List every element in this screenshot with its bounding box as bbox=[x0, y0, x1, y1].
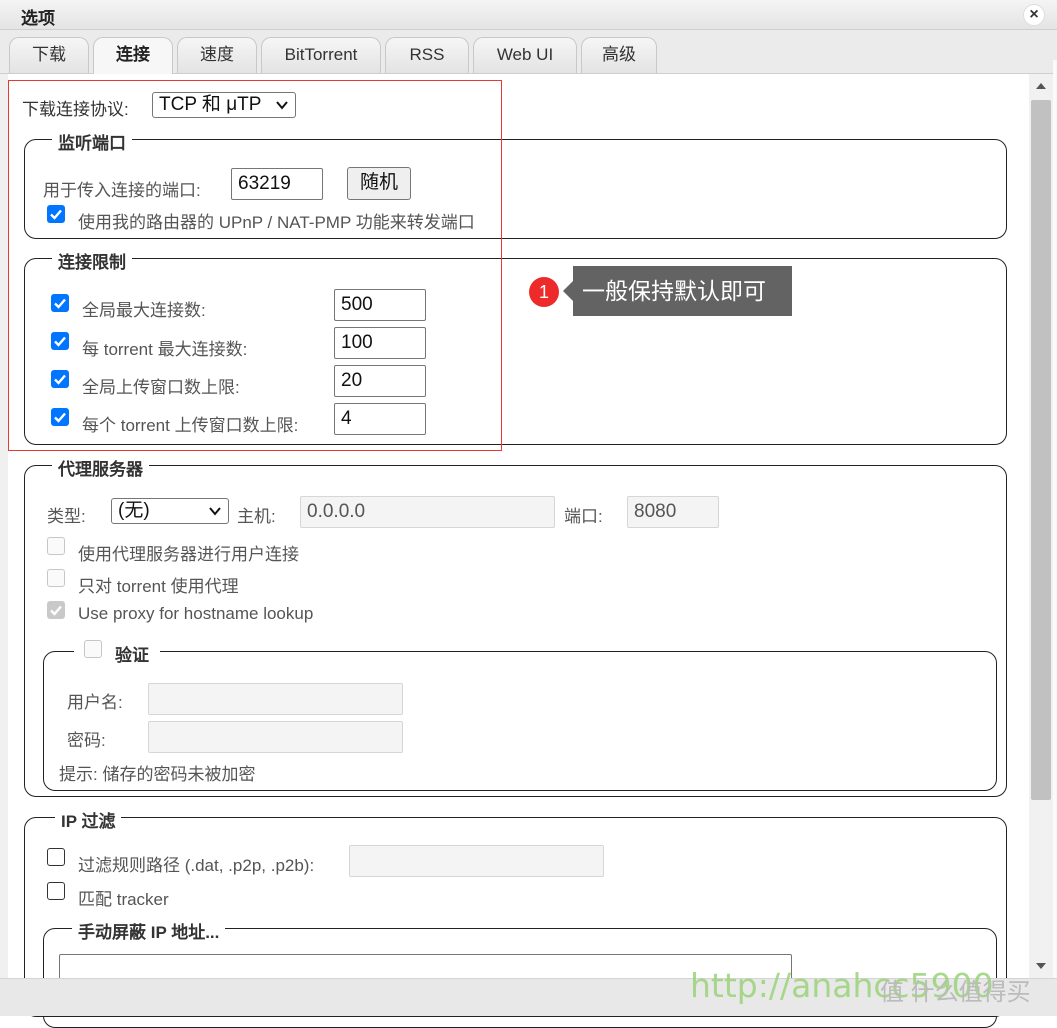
proxy-torrent-only-checkbox[interactable] bbox=[47, 569, 65, 587]
tooltip-arrow bbox=[563, 281, 573, 301]
left-edge bbox=[0, 74, 8, 978]
proxy-hostname-label: Use proxy for hostname lookup bbox=[78, 604, 314, 623]
tab-bittorrent[interactable]: BitTorrent bbox=[261, 37, 381, 73]
proxy-port-input[interactable]: 8080 bbox=[627, 496, 719, 528]
dialog-title: 选项 bbox=[21, 9, 55, 28]
scroll-down-icon[interactable] bbox=[1034, 960, 1048, 972]
chevron-down-icon bbox=[209, 507, 221, 516]
match-tracker-checkbox[interactable] bbox=[47, 882, 65, 900]
proxy-torrent-only-label: 只对 torrent 使用代理 bbox=[78, 577, 239, 596]
scrollbar-thumb[interactable] bbox=[1031, 100, 1051, 800]
proxy-peer-label: 使用代理服务器进行用户连接 bbox=[78, 545, 299, 564]
ip-filter-checkbox[interactable] bbox=[47, 848, 65, 866]
proxy-host-input[interactable]: 0.0.0.0 bbox=[300, 496, 555, 528]
proxy-peer-checkbox[interactable] bbox=[47, 537, 65, 555]
scroll-up-icon[interactable] bbox=[1034, 80, 1048, 92]
ip-filter-legend: IP 过滤 bbox=[55, 807, 122, 832]
tab-speed[interactable]: 速度 bbox=[177, 37, 257, 73]
proxy-type-label: 类型: bbox=[47, 507, 86, 526]
tab-advanced[interactable]: 高级 bbox=[581, 37, 657, 73]
close-icon: × bbox=[1029, 6, 1039, 23]
manual-ban-legend: 手动屏蔽 IP 地址... bbox=[72, 918, 226, 943]
tab-download[interactable]: 下载 bbox=[9, 37, 89, 73]
auth-legend: 验证 bbox=[109, 641, 149, 666]
tab-connection[interactable]: 连接 bbox=[93, 37, 173, 74]
proxy-host-label: 主机: bbox=[237, 507, 276, 526]
annotation-badge: 1 bbox=[529, 277, 559, 307]
proxy-type-select[interactable]: (无) bbox=[111, 498, 229, 524]
proxy-hostname-checkbox[interactable] bbox=[47, 601, 65, 619]
right-edge bbox=[1053, 60, 1057, 980]
highlight-box bbox=[8, 80, 502, 451]
dialog-titlebar bbox=[0, 0, 1057, 30]
watermark-logo: 值 什么值得买 bbox=[880, 979, 1031, 1006]
tab-rss[interactable]: RSS bbox=[385, 37, 469, 73]
proxy-port-label: 端口: bbox=[564, 507, 603, 526]
tab-webui[interactable]: Web UI bbox=[473, 37, 577, 73]
password-hint: 提示: 储存的密码未被加密 bbox=[59, 765, 256, 784]
annotation-tooltip: 一般保持默认即可 bbox=[573, 266, 792, 316]
auth-checkbox[interactable] bbox=[84, 640, 102, 658]
password-label: 密码: bbox=[67, 731, 106, 750]
username-label: 用户名: bbox=[67, 693, 123, 712]
username-input[interactable] bbox=[148, 683, 403, 715]
ip-filter-path-input[interactable] bbox=[349, 845, 604, 877]
close-button[interactable]: × bbox=[1023, 4, 1045, 26]
match-tracker-label: 匹配 tracker bbox=[78, 890, 169, 909]
ip-filter-path-label: 过滤规则路径 (.dat, .p2p, .p2b): bbox=[78, 856, 315, 875]
proxy-legend: 代理服务器 bbox=[52, 455, 149, 480]
password-input[interactable] bbox=[148, 721, 403, 753]
checkmark-icon bbox=[50, 605, 62, 616]
